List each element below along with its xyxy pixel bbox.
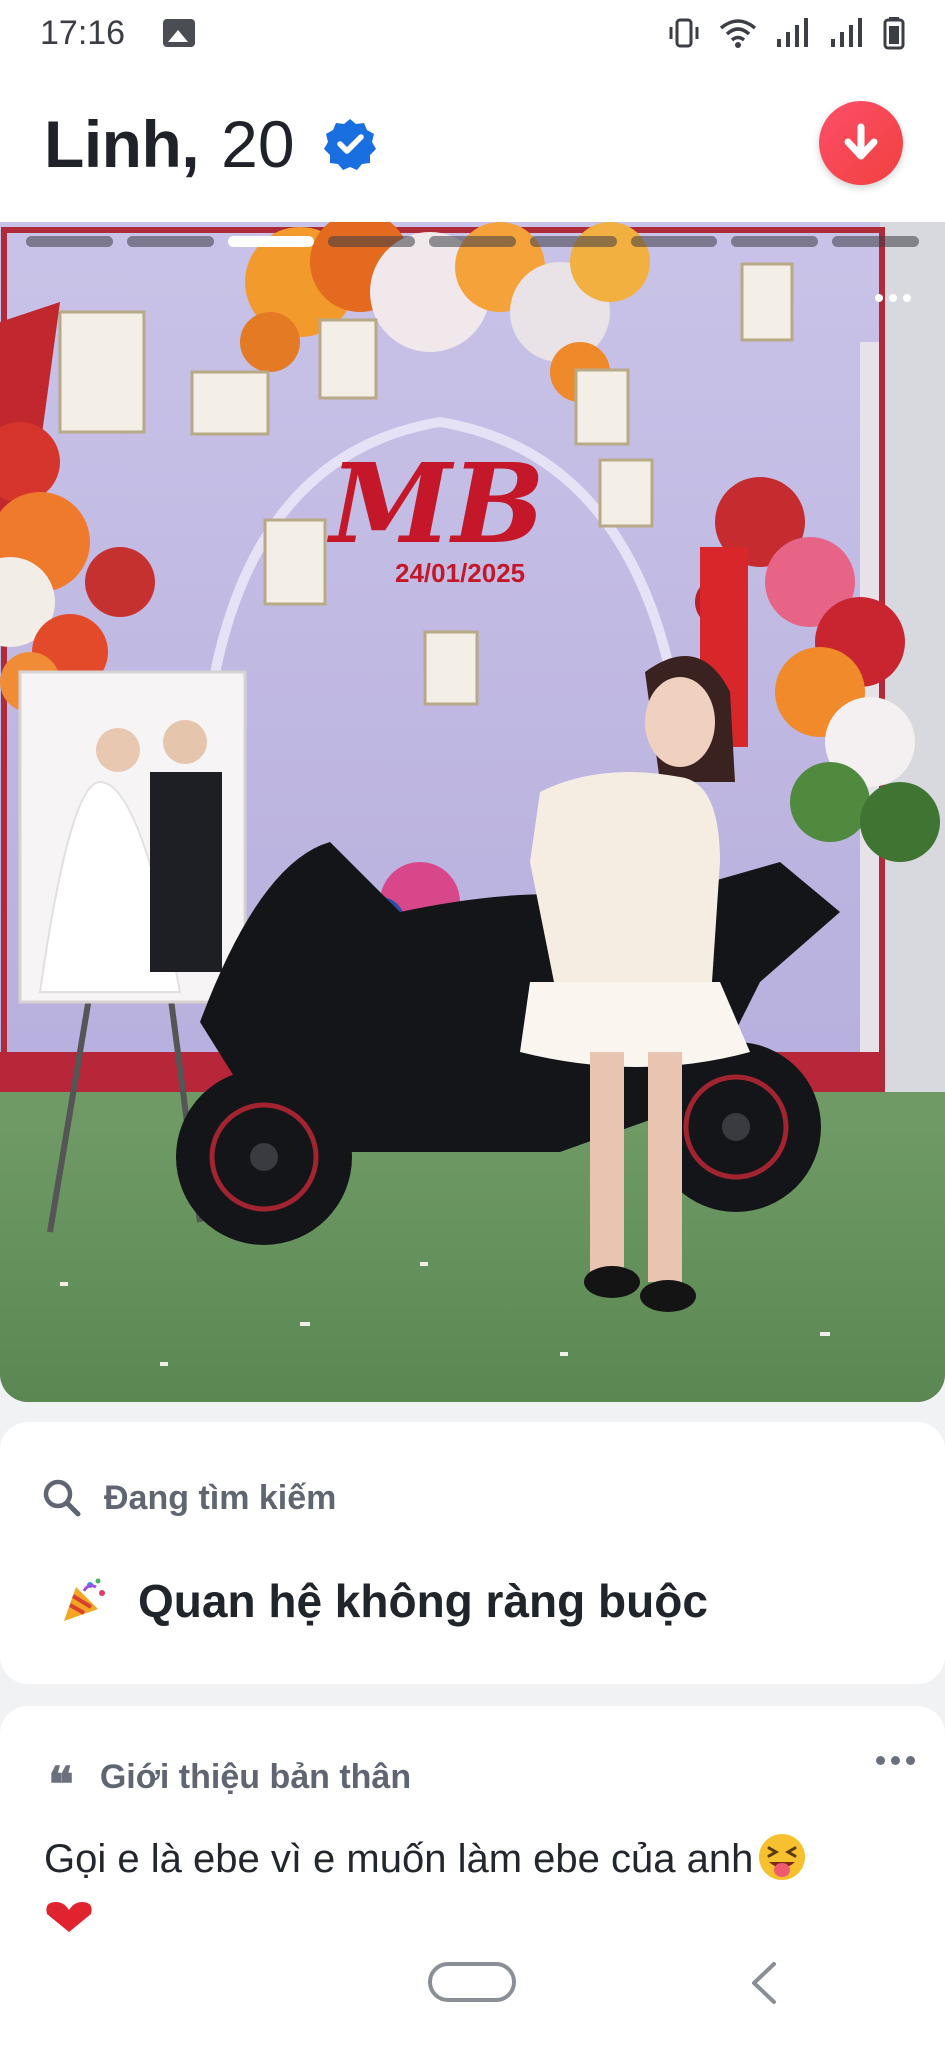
photo-progress-segment (26, 236, 113, 247)
photo-progress-segment (328, 236, 416, 247)
photo-progress-segment (429, 236, 516, 247)
looking-for-text: Quan hệ không ràng buộc (138, 1575, 708, 1627)
photo-progress-bar (26, 236, 920, 247)
collapse-profile-button[interactable] (819, 101, 903, 185)
home-button[interactable] (428, 1962, 516, 2002)
looking-for-header: Đang tìm kiếm (42, 1478, 336, 1518)
profile-name: Linh, (44, 107, 200, 181)
looking-for-label: Đang tìm kiếm (104, 1478, 337, 1517)
status-bar: 17:16 (0, 0, 945, 66)
quote-icon: ❝ (48, 1756, 74, 1813)
photo-progress-segment-active (227, 236, 315, 247)
about-text-content: Gọi e là ebe vì e muốn làm ebe của anh (44, 1837, 754, 1881)
about-label: Giới thiệu bản thân (99, 1758, 412, 1796)
profile-photo[interactable]: MB 24/01/2025 (0, 222, 945, 1402)
back-button[interactable] (744, 1960, 784, 2006)
photo-date-text: 24/01/2025 (395, 558, 525, 588)
vibrate-icon (669, 18, 699, 48)
signal-icon (831, 18, 862, 47)
profile-age: 20 (221, 107, 295, 181)
arrow-down-icon (844, 123, 878, 160)
about-header: ❝ Giới thiệu bản thân (48, 1756, 412, 1813)
looking-for-card: Đang tìm kiếm Quan hệ không ràng buộc (0, 1422, 945, 1684)
tongue-out-emoji-icon (759, 1834, 806, 1880)
battery-icon (883, 17, 905, 50)
profile-header: Linh, 20 (0, 66, 945, 222)
monogram: MB (326, 439, 545, 568)
photo-progress-segment (832, 236, 920, 247)
looking-for-value: Quan hệ không ràng buộc (60, 1574, 708, 1628)
wedding-backdrop-photo: MB 24/01/2025 (0, 222, 945, 1402)
signal-icon (777, 18, 808, 47)
search-icon (43, 1479, 81, 1517)
verified-badge-icon (323, 119, 376, 170)
photo-more-options-icon[interactable] (875, 294, 911, 302)
photo-progress-segment (126, 236, 214, 247)
gallery-icon (163, 19, 196, 47)
heart-icon (46, 1902, 92, 1932)
photo-progress-segment (630, 236, 718, 247)
status-icons (667, 16, 905, 50)
photo-progress-segment (529, 236, 617, 247)
about-more-options-icon[interactable] (876, 1756, 915, 1765)
photo-progress-segment (731, 236, 819, 247)
wifi-icon (719, 19, 757, 48)
status-time: 17:16 (40, 13, 126, 52)
party-popper-icon (64, 1578, 105, 1621)
about-text: Gọi e là ebe vì e muốn làm ebe của anh (44, 1832, 905, 1886)
